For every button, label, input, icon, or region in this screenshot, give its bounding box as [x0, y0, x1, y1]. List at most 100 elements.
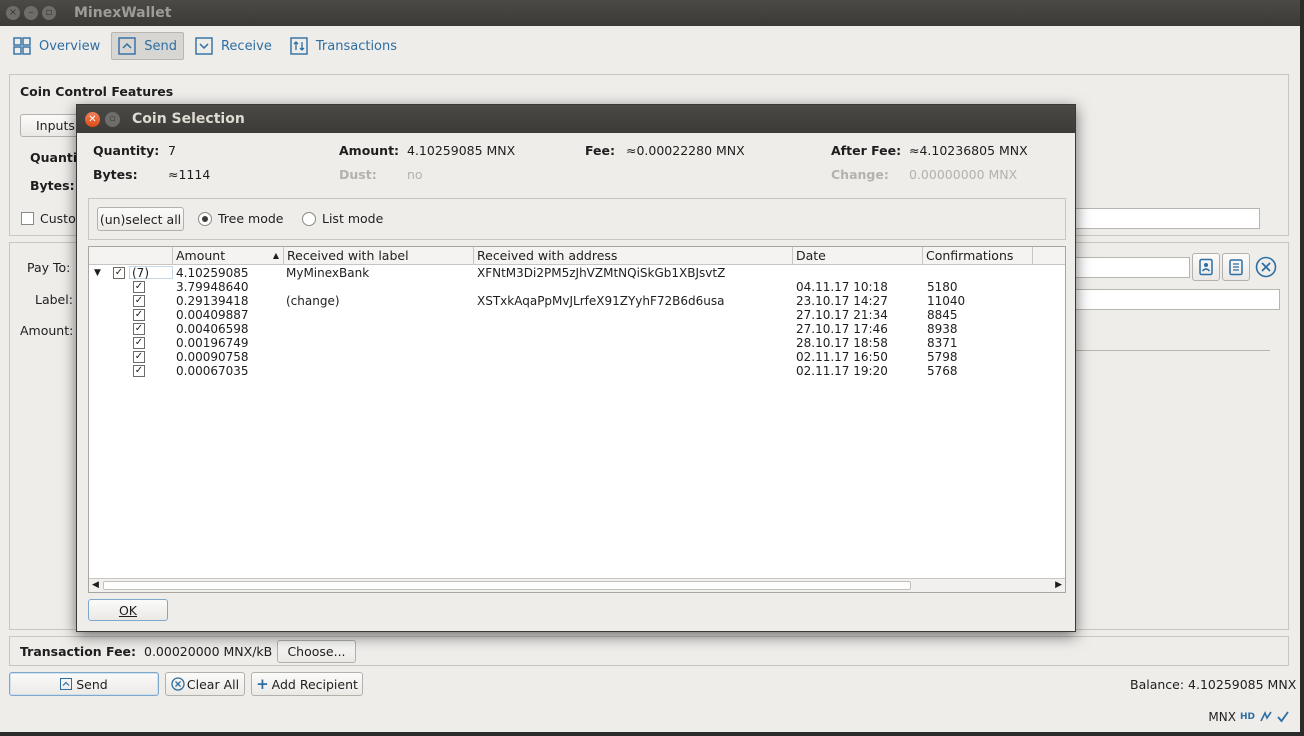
main-toolbar: Overview Send Receive Transactions — [0, 26, 1300, 66]
table-cell: 23.10.17 14:27 — [796, 294, 888, 308]
label-label: Label: — [35, 292, 73, 307]
pay-to-label: Pay To: — [27, 260, 71, 275]
bytes-label: Bytes: — [30, 178, 75, 193]
balance-label: Balance: 4.10259085 MNX — [1130, 677, 1297, 692]
dialog-title-bar: ✕ ▫ Coin Selection — [77, 105, 1075, 133]
column-header-date[interactable]: Date — [793, 247, 923, 265]
send-button[interactable]: Send — [9, 672, 159, 696]
address-book-button[interactable] — [1192, 253, 1220, 281]
scrollbar-thumb[interactable] — [103, 581, 911, 590]
tab-send[interactable]: Send — [111, 32, 184, 60]
coin-checkbox[interactable]: ✓ — [133, 295, 145, 307]
table-cell: 5180 — [927, 280, 958, 294]
tree-mode-radio[interactable] — [198, 212, 212, 226]
quantity-value: 7 — [168, 143, 176, 158]
expand-arrow-icon[interactable]: ▼ — [94, 266, 101, 280]
paste-button[interactable] — [1222, 253, 1250, 281]
column-header-label[interactable]: Received with label — [284, 247, 474, 265]
table-cell: 0.00406598 — [176, 322, 249, 336]
scroll-right-icon[interactable]: ▶ — [1055, 580, 1062, 590]
dialog-close-button[interactable]: ✕ — [85, 111, 100, 127]
window-title: MinexWallet — [74, 5, 172, 21]
list-mode-radio[interactable] — [302, 212, 316, 226]
coin-row[interactable]: ✓ 0.00090758 02.11.17 16:50 5798 — [89, 350, 1065, 364]
clear-all-button[interactable]: Clear All — [165, 672, 245, 696]
table-cell: XSTxkAqaPpMvJLrfeX91ZYyhF72B6d6usa — [477, 294, 725, 308]
maximize-window-button[interactable]: ▫ — [42, 6, 56, 20]
hd-icon: HD — [1239, 712, 1255, 722]
remove-recipient-button[interactable] — [1252, 253, 1280, 281]
close-window-button[interactable]: × — [6, 6, 20, 20]
label-field[interactable] — [1070, 289, 1280, 310]
coin-checkbox[interactable]: ✓ — [133, 309, 145, 321]
ok-button[interactable]: OK — [88, 599, 168, 621]
group-address: XFNtM3Di2PM5zJhVZMtNQiSkGb1XBJsvtZ — [477, 266, 726, 280]
coin-checkbox[interactable]: ✓ — [133, 281, 145, 293]
amount-label: Amount: — [20, 323, 74, 338]
coin-selection-dialog: ✕ ▫ Coin Selection Quantity: 7 Amount: 4… — [76, 104, 1076, 632]
coin-checkbox[interactable]: ✓ — [133, 323, 145, 335]
tree-group-row[interactable]: ▼ ✓ (7) 4.10259085 MyMinexBank XFNtM3Di2… — [89, 266, 1065, 280]
pay-to-field[interactable] — [1070, 257, 1190, 278]
address-book-icon — [1199, 258, 1213, 276]
coin-row[interactable]: ✓ 0.00196749 28.10.17 18:58 8371 — [89, 336, 1065, 350]
column-header-confirmations[interactable]: Confirmations — [923, 247, 1033, 265]
table-cell: 5768 — [927, 364, 958, 378]
tab-label: Overview — [39, 38, 101, 54]
quantity-label: Quantity: — [93, 143, 160, 158]
table-cell: 8938 — [927, 322, 958, 336]
dialog-title: Coin Selection — [132, 111, 245, 127]
tab-label: Send — [144, 38, 177, 54]
group-amount: 4.10259085 — [176, 266, 249, 280]
add-recipient-button[interactable]: + Add Recipient — [251, 672, 363, 696]
table-cell: 8371 — [927, 336, 958, 350]
fee-value: ≈0.00022280 MNX — [626, 143, 745, 158]
table-cell: 04.11.17 10:18 — [796, 280, 888, 294]
tab-label: Transactions — [315, 38, 398, 54]
amount-label: Amount: — [339, 143, 400, 158]
close-circle-icon — [1255, 256, 1277, 278]
clipboard-icon — [1229, 259, 1243, 276]
group-count: (7) — [129, 266, 173, 279]
custom-change-address-field[interactable] — [1070, 208, 1260, 229]
after-fee-label: After Fee: — [831, 143, 902, 158]
horizontal-scrollbar[interactable]: ◀ ▶ — [89, 578, 1065, 592]
table-cell: 0.00409887 — [176, 308, 249, 322]
synced-check-icon — [1277, 711, 1289, 723]
coin-checkbox[interactable]: ✓ — [133, 337, 145, 349]
table-cell: 28.10.17 18:58 — [796, 336, 888, 350]
choose-fee-button[interactable]: Choose... — [277, 640, 356, 663]
dust-value: no — [407, 167, 423, 182]
plus-icon: + — [256, 675, 269, 693]
scroll-left-icon[interactable]: ◀ — [92, 580, 99, 590]
clear-icon — [171, 677, 185, 691]
table-cell: 0.00196749 — [176, 336, 249, 350]
transaction-fee-value: 0.00020000 MNX/kB — [144, 644, 273, 659]
table-cell: 8845 — [927, 308, 958, 322]
coin-row[interactable]: ✓ 3.79948640 04.11.17 10:18 5180 — [89, 280, 1065, 294]
tab-transactions[interactable]: Transactions — [283, 32, 404, 60]
coin-row[interactable]: ✓ 0.00409887 27.10.17 21:34 8845 — [89, 308, 1065, 322]
checkbox-column-header[interactable] — [89, 247, 173, 265]
receive-icon — [195, 37, 213, 55]
tab-overview[interactable]: Overview — [6, 32, 107, 60]
column-header-address[interactable]: Received with address — [474, 247, 793, 265]
coin-row[interactable]: ✓ 0.00406598 27.10.17 17:46 8938 — [89, 322, 1065, 336]
coin-checkbox[interactable]: ✓ — [133, 351, 145, 363]
dust-label: Dust: — [339, 167, 377, 182]
unselect-all-button[interactable]: (un)select all — [97, 207, 184, 231]
send-icon — [118, 37, 136, 55]
coin-row[interactable]: ✓ 0.29139418 (change) XSTxkAqaPpMvJLrfeX… — [89, 294, 1065, 308]
coin-checkbox[interactable]: ✓ — [133, 365, 145, 377]
group-label: MyMinexBank — [286, 266, 370, 280]
divider — [1070, 350, 1270, 351]
tab-receive[interactable]: Receive — [188, 32, 279, 60]
table-cell: 11040 — [927, 294, 966, 308]
group-checkbox[interactable]: ✓ — [113, 267, 125, 279]
dialog-minimize-button[interactable]: ▫ — [105, 111, 120, 127]
coin-row[interactable]: ✓ 0.00067035 02.11.17 19:20 5768 — [89, 364, 1065, 378]
change-value: 0.00000000 MNX — [909, 167, 1018, 182]
custom-change-checkbox[interactable] — [21, 212, 34, 225]
minimize-window-button[interactable]: – — [24, 6, 38, 20]
column-header-amount[interactable]: Amount ▲ — [173, 247, 284, 265]
